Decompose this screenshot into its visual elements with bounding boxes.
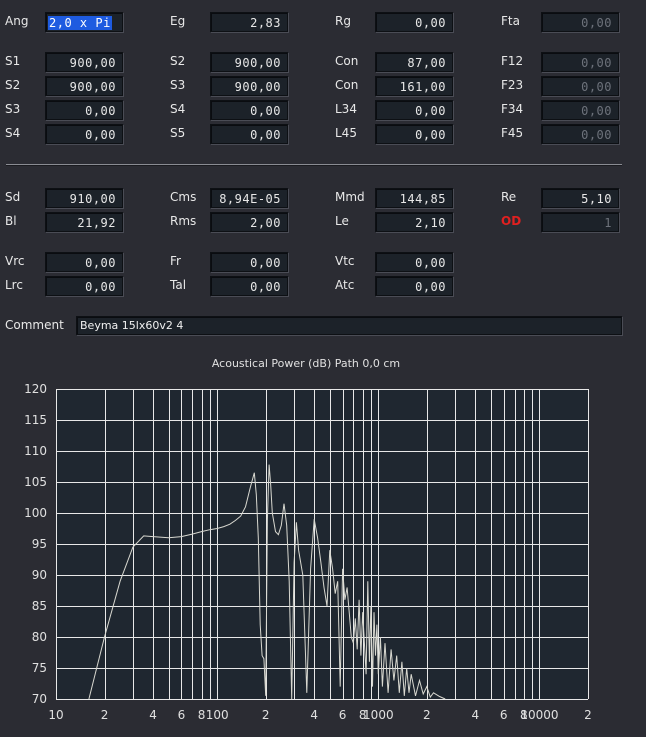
- y-tick-label: 105: [24, 475, 47, 489]
- x-tick-label: 2: [423, 708, 431, 722]
- x-tick-label: 1000: [363, 708, 394, 722]
- x-tick-label: 8: [198, 708, 206, 722]
- x-tick-label: 6: [500, 708, 508, 722]
- acoustical-power-chart: 707580859095100105110115120 10 2 4 6 8 100 2 4 6…: [24, 382, 592, 722]
- x-tick-label: 2: [101, 708, 109, 722]
- x-tick-label: 4: [310, 708, 318, 722]
- y-tick-label: 85: [32, 599, 47, 613]
- x-tick-label: 4: [472, 708, 480, 722]
- y-tick-label: 95: [32, 537, 47, 551]
- y-tick-label: 115: [24, 413, 47, 427]
- x-tick-label: 10000: [520, 708, 558, 722]
- x-tick-label: 4: [149, 708, 157, 722]
- y-tick-label: 80: [32, 630, 47, 644]
- y-tick-label: 70: [32, 692, 47, 706]
- y-tick-label: 100: [24, 506, 47, 520]
- y-tick-label: 75: [32, 661, 47, 675]
- y-tick-label: 90: [32, 568, 47, 582]
- x-tick-labels: 10 2 4 6 8 100 2 4 6 81000 2 4 6 810000 2: [48, 708, 591, 722]
- x-tick-label: 2: [262, 708, 270, 722]
- x-tick-label: 100: [206, 708, 229, 722]
- x-tick-label: 6: [178, 708, 186, 722]
- y-tick-labels: 70 75 80 85 90 95 100 105 110 115 120: [24, 382, 47, 706]
- x-tick-label: 6: [339, 708, 347, 722]
- y-tick-label: 120: [24, 382, 47, 396]
- x-tick-label: 10: [48, 708, 63, 722]
- x-tick-label: 2: [584, 708, 592, 722]
- y-tick-label: 110: [24, 444, 47, 458]
